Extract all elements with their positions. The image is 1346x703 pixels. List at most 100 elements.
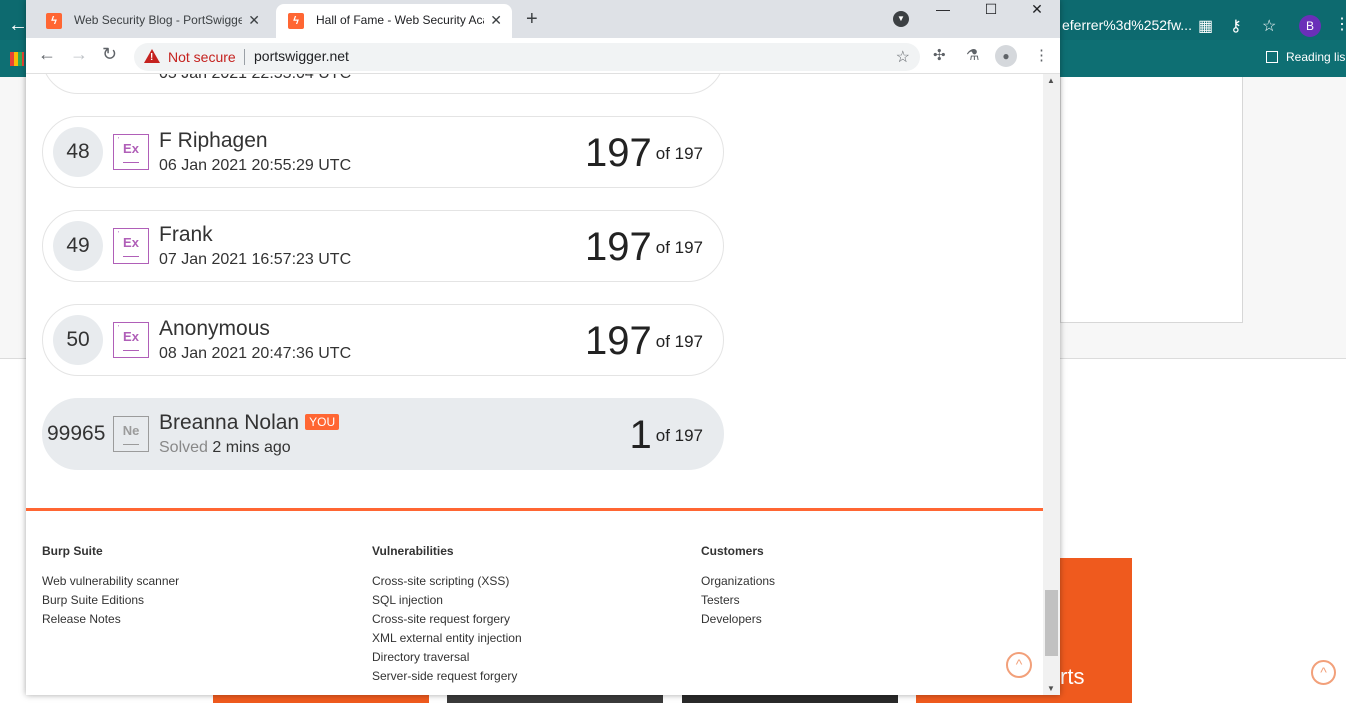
entry-rank: 50: [53, 315, 103, 365]
portswigger-favicon-icon: ϟ: [288, 13, 304, 29]
back-icon[interactable]: ←: [38, 44, 56, 65]
background-back-icon[interactable]: ←: [8, 14, 28, 37]
leaderboard-entry-current-user: 99965 Ne Breanna Nolan YOU Solved 2 mins …: [42, 398, 724, 470]
entry-date: 08 Jan 2021 20:47:36 UTC: [159, 345, 352, 362]
tab-strip: ϟ Web Security Blog - PortSwigger ✕ ϟ Ha…: [26, 0, 1060, 38]
background-reading-list[interactable]: Reading lis: [1266, 50, 1345, 64]
entry-score: 197 of 197: [585, 319, 703, 364]
footer-link[interactable]: Server-side request forgery: [372, 667, 522, 686]
entry-name: Anonymous: [159, 317, 270, 340]
footer-link[interactable]: Developers: [701, 610, 775, 629]
footer-link[interactable]: Release Notes: [42, 610, 179, 629]
leaderboard-entry: 49 ˈ Ex Frank 07 Jan 2021 16:57:23 UTC 19…: [42, 210, 724, 282]
element-symbol: Ex: [123, 329, 139, 344]
element-tick: ˈ: [117, 136, 120, 145]
close-window-icon[interactable]: ✕: [1014, 0, 1060, 20]
extensions-icon[interactable]: ✣: [933, 46, 946, 64]
tab-title: Hall of Fame - Web Security Acad: [316, 13, 484, 27]
footer-link[interactable]: Cross-site request forgery: [372, 610, 522, 629]
leaderboard-entry: 48 ˈ Ex F Riphagen 06 Jan 2021 20:55:29 U…: [42, 116, 724, 188]
labs-flask-icon[interactable]: ⚗: [966, 46, 979, 64]
background-scroll-top-icon[interactable]: ^: [1311, 660, 1336, 685]
score-value: 197: [584, 319, 652, 363]
entry-rank: 99965: [47, 422, 106, 445]
background-key-icon[interactable]: ⚷: [1230, 16, 1242, 36]
footer-column-customers: Customers Organizations Testers Develope…: [701, 544, 775, 629]
background-more-icon[interactable]: ⋮: [1334, 14, 1346, 34]
solved-time: 2 mins ago: [212, 439, 291, 456]
entry-solved: Solved 2 mins ago: [159, 439, 291, 457]
footer-heading: Customers: [701, 544, 764, 558]
scrollbar-thumb[interactable]: [1045, 590, 1058, 656]
minimize-icon[interactable]: —: [920, 0, 966, 20]
entry-date: 07 Jan 2021 16:57:23 UTC: [159, 251, 352, 268]
footer-heading: Vulnerabilities: [372, 544, 454, 558]
element-underline: [123, 162, 139, 163]
not-secure-label[interactable]: Not secure: [168, 49, 236, 65]
score-value: 1: [629, 413, 652, 457]
entry-date: 05 Jan 2021 22:55:04 UTC: [159, 74, 351, 83]
portswigger-favicon-icon: ϟ: [46, 13, 62, 29]
tab-web-security-blog[interactable]: ϟ Web Security Blog - PortSwigger ✕: [34, 4, 270, 38]
element-tick: ˈ: [117, 230, 120, 239]
tab-close-icon[interactable]: ✕: [490, 4, 502, 36]
scroll-down-arrow-icon[interactable]: ▼: [1047, 684, 1055, 693]
footer-link[interactable]: Cross-site scripting (XSS): [372, 572, 522, 591]
profile-avatar-icon[interactable]: ●: [995, 45, 1017, 67]
background-url-text[interactable]: eferrer%3d%252fw...: [1062, 17, 1192, 33]
background-promo-text: rts: [1060, 664, 1085, 689]
footer-link[interactable]: Burp Suite Editions: [42, 591, 179, 610]
tab-hall-of-fame[interactable]: ϟ Hall of Fame - Web Security Acad ✕: [276, 4, 512, 38]
bookmark-star-icon[interactable]: ☆: [896, 47, 910, 67]
element-symbol: Ne: [122, 423, 140, 438]
entry-score: 1 of 197: [629, 413, 703, 458]
background-profile-avatar[interactable]: B: [1299, 15, 1321, 37]
footer-link[interactable]: SQL injection: [372, 591, 522, 610]
entry-score: 197 of 197: [585, 131, 703, 176]
footer-link[interactable]: Testers: [701, 591, 775, 610]
element-underline: [123, 350, 139, 351]
menu-more-icon[interactable]: ⋮: [1034, 46, 1049, 64]
scroll-up-arrow-icon[interactable]: ▲: [1047, 76, 1055, 85]
reading-list-label: Reading lis: [1286, 50, 1346, 64]
solved-label: Solved: [159, 439, 208, 456]
element-badge-icon: Ne: [113, 416, 149, 452]
footer-link[interactable]: XML external entity injection: [372, 629, 522, 648]
page-viewport: 05 Jan 2021 22:55:04 UTC 48 ˈEx F Riphag…: [26, 74, 1043, 695]
tab-search-icon[interactable]: ▼: [893, 11, 909, 27]
url-text[interactable]: portswigger.net: [254, 48, 349, 64]
leaderboard-entry: 50 ˈ Ex Anonymous 08 Jan 2021 20:47:36 UT…: [42, 304, 724, 376]
element-underline: [123, 256, 139, 257]
background-apps-icon[interactable]: [10, 52, 24, 66]
element-symbol: Ex: [123, 235, 139, 250]
entry-rank: 49: [53, 221, 103, 271]
scroll-to-top-icon[interactable]: ^: [1006, 652, 1032, 678]
footer-link[interactable]: Organizations: [701, 572, 775, 591]
you-badge: YOU: [305, 414, 340, 430]
footer-link[interactable]: Web vulnerability scanner: [42, 572, 179, 591]
leaderboard-entry: 05 Jan 2021 22:55:04 UTC: [42, 74, 724, 94]
footer-column-burp-suite: Burp Suite Web vulnerability scanner Bur…: [42, 544, 179, 629]
background-qr-icon[interactable]: ▦: [1198, 16, 1213, 36]
address-bar[interactable]: ! Not secure portswigger.net ☆: [134, 43, 920, 71]
forward-icon[interactable]: →: [70, 44, 88, 65]
user-name: Breanna Nolan: [159, 411, 300, 434]
vertical-scrollbar[interactable]: ▲ ▼: [1043, 74, 1060, 695]
reading-list-icon: [1266, 51, 1278, 63]
reload-icon[interactable]: ↻: [102, 44, 117, 65]
tab-title: Web Security Blog - PortSwigger: [74, 13, 242, 27]
background-star-icon[interactable]: ☆: [1262, 16, 1276, 36]
tab-close-icon[interactable]: ✕: [248, 4, 260, 36]
footer-heading: Burp Suite: [42, 544, 103, 558]
element-symbol: Ex: [123, 141, 139, 156]
maximize-icon[interactable]: ☐: [968, 0, 1014, 20]
score-total: of 197: [655, 237, 703, 257]
entry-score: 197 of 197: [585, 225, 703, 270]
footer-link[interactable]: Directory traversal: [372, 648, 522, 667]
new-tab-icon[interactable]: +: [526, 8, 538, 31]
score-value: 197: [584, 131, 652, 175]
entry-name: F Riphagen: [159, 129, 268, 152]
entry-name: Frank: [159, 223, 213, 246]
score-total: of 197: [655, 143, 703, 163]
footer-column-vulnerabilities: Vulnerabilities Cross-site scripting (XS…: [372, 544, 522, 686]
